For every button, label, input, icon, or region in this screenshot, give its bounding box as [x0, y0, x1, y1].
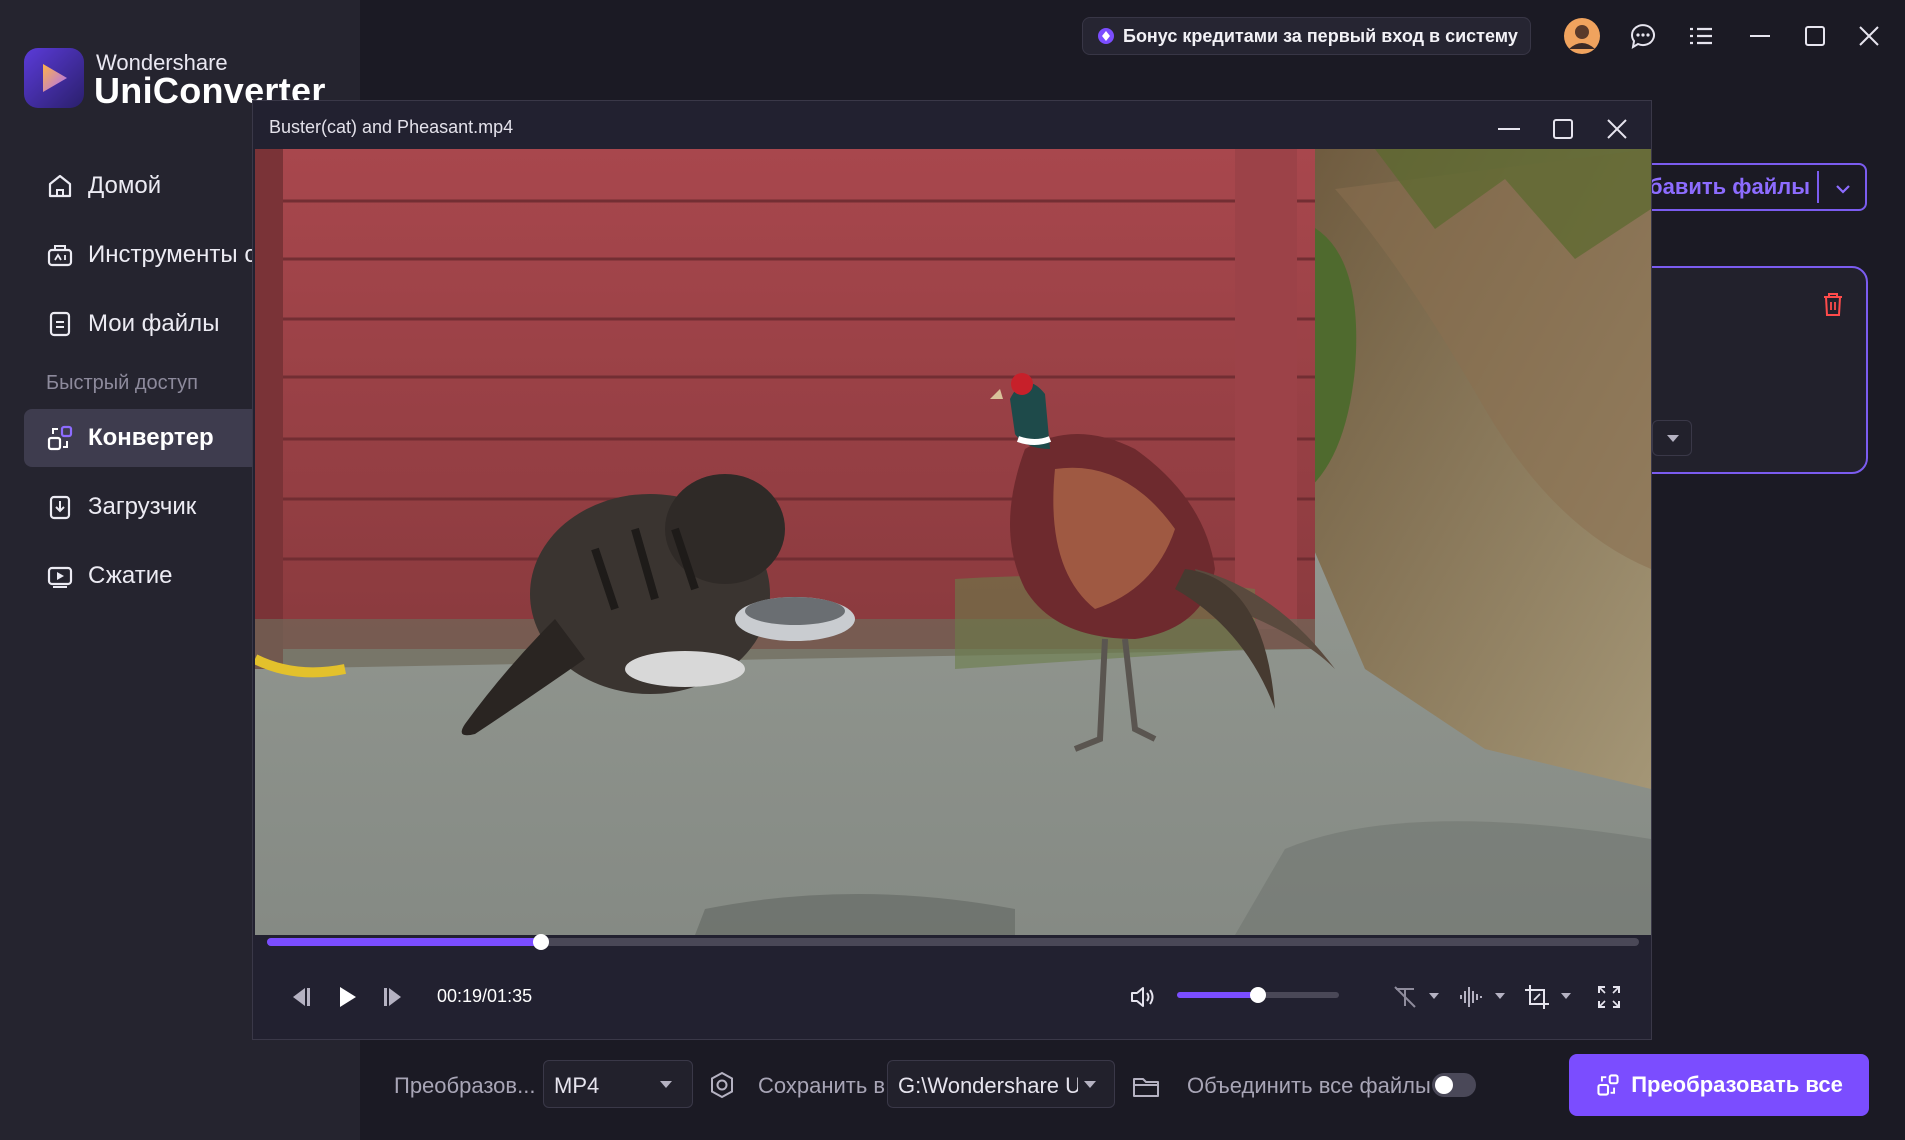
crop-caret-icon[interactable] — [1561, 993, 1571, 999]
add-files-label: бавить файлы — [1649, 174, 1811, 199]
avatar[interactable] — [1562, 16, 1602, 56]
add-files-button[interactable]: бавить файлы — [1625, 163, 1867, 211]
sidebar-item-label: Сжатие — [88, 562, 173, 589]
format-value: MP4 — [554, 1073, 600, 1098]
minimize-icon — [1750, 35, 1770, 37]
player-minimize-button[interactable] — [1491, 113, 1527, 145]
convert-all-label: Преобразовать все — [1631, 1072, 1843, 1097]
maximize-icon — [1553, 119, 1573, 139]
minimize-icon — [1498, 128, 1520, 130]
bonus-label: Бонус кредитами за первый вход в систему — [1123, 25, 1518, 46]
app-logo — [24, 48, 84, 108]
merge-files-toggle[interactable] — [1432, 1073, 1476, 1097]
avatar-icon — [1564, 18, 1600, 54]
chevron-down-icon[interactable] — [1833, 179, 1853, 199]
crop-icon — [1525, 985, 1549, 1009]
close-icon — [1607, 119, 1627, 139]
video-player-window: Buster(cat) and Pheasant.mp4 00:19/01:35 — [252, 100, 1652, 1040]
diamond-icon — [1098, 28, 1114, 44]
play-button[interactable] — [327, 977, 367, 1017]
volume-slider-handle[interactable] — [1250, 987, 1266, 1003]
volume-slider-fill — [1177, 992, 1258, 998]
volume-slider[interactable] — [1177, 987, 1339, 1003]
sidebar-item-label: Инструменты с — [88, 241, 257, 268]
sidebar-item-label: Домой — [88, 172, 162, 199]
chat-icon — [1630, 24, 1655, 49]
converter-icon — [44, 422, 76, 454]
folder-icon — [1133, 1078, 1159, 1097]
fullscreen-button[interactable] — [1589, 977, 1629, 1017]
output-format-dropdown[interactable] — [1652, 420, 1692, 456]
add-files-divider — [1817, 171, 1819, 203]
player-maximize-button[interactable] — [1545, 113, 1581, 145]
maximize-button[interactable] — [1795, 16, 1835, 56]
quick-access-label: Быстрый доступ — [46, 372, 198, 394]
player-close-button[interactable] — [1599, 113, 1635, 145]
sidebar-item-label: Мои файлы — [88, 310, 220, 337]
previous-frame-button[interactable] — [279, 977, 319, 1017]
player-title: Buster(cat) and Pheasant.mp4 — [269, 117, 514, 137]
play-icon — [340, 987, 356, 1007]
next-frame-button[interactable] — [375, 977, 415, 1017]
audio-caret-icon[interactable] — [1495, 993, 1505, 999]
app-window: Wondershare UniConverter Домой Инструмен… — [0, 0, 1905, 1140]
close-icon — [1859, 26, 1879, 46]
skip-back-icon — [293, 988, 310, 1006]
format-select[interactable]: MP4 — [543, 1060, 693, 1108]
volume-icon — [1131, 987, 1154, 1007]
toggle-knob — [1435, 1076, 1453, 1094]
subtitle-off-icon — [1394, 986, 1416, 1008]
fullscreen-icon — [1598, 986, 1620, 1008]
audio-wave-icon — [1460, 987, 1482, 1007]
save-path-select[interactable]: G:\Wondershare Ur — [887, 1060, 1115, 1108]
save-path-value: G:\Wondershare Ur — [898, 1073, 1078, 1098]
seek-bar-fill — [267, 938, 542, 946]
audio-track-button[interactable] — [1451, 977, 1491, 1017]
compress-icon — [44, 560, 76, 592]
open-folder-button[interactable] — [1131, 1071, 1161, 1101]
caret-down-icon — [1084, 1081, 1096, 1088]
crop-button[interactable] — [1517, 977, 1557, 1017]
caret-down-icon — [1667, 435, 1679, 442]
sidebar-item-label: Загрузчик — [88, 493, 197, 520]
caret-down-icon — [660, 1081, 672, 1088]
merge-files-label: Объединить все файлы — [1187, 1073, 1431, 1098]
list-menu-icon — [1690, 27, 1712, 45]
logo-icon — [43, 64, 67, 92]
maximize-icon — [1805, 26, 1825, 46]
video-frame[interactable] — [255, 149, 1651, 935]
subtitle-caret-icon[interactable] — [1429, 993, 1439, 999]
close-button[interactable] — [1849, 16, 1889, 56]
seek-bar[interactable] — [267, 934, 1639, 950]
gear-icon — [711, 1071, 733, 1099]
skip-forward-icon — [384, 988, 401, 1006]
chat-button[interactable] — [1623, 16, 1663, 56]
menu-button[interactable] — [1681, 16, 1721, 56]
converter-icon — [1597, 1074, 1619, 1096]
settings-button[interactable] — [707, 1070, 737, 1100]
downloader-icon — [44, 491, 76, 523]
volume-button[interactable] — [1123, 977, 1163, 1017]
convert-all-button[interactable]: Преобразовать все — [1569, 1054, 1869, 1116]
bonus-banner[interactable]: Бонус кредитами за первый вход в систему — [1082, 17, 1531, 55]
trash-icon[interactable] — [1820, 290, 1846, 318]
convert-to-label: Преобразов... — [394, 1073, 536, 1098]
sidebar-item-label: Конвертер — [88, 424, 214, 451]
seek-bar-handle[interactable] — [533, 934, 550, 950]
video-image — [255, 149, 1651, 935]
subtitle-button[interactable] — [1385, 977, 1425, 1017]
home-icon — [44, 170, 76, 202]
minimize-button[interactable] — [1740, 16, 1780, 56]
toolbox-icon — [44, 239, 76, 271]
playback-time: 00:19/01:35 — [437, 986, 533, 1006]
file-icon — [44, 308, 76, 340]
save-to-label: Сохранить в — [758, 1073, 886, 1098]
